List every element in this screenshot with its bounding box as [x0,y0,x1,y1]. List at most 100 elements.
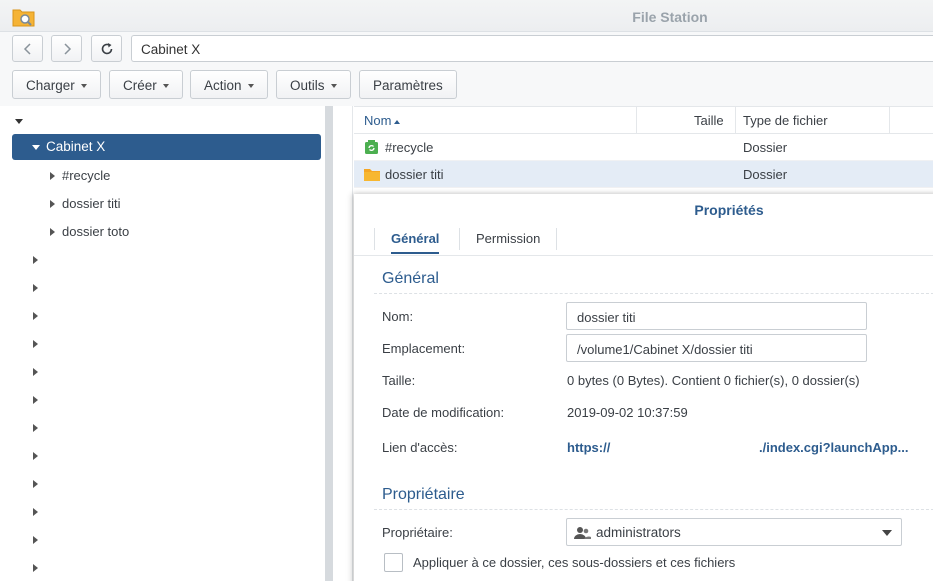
size-value: 0 bytes (0 Bytes). Contient 0 fichier(s)… [567,373,860,388]
tab-divider [374,228,375,250]
path-field[interactable]: Cabinet X [131,35,933,62]
tree-item-label: dossier titi [62,196,121,211]
caret-down-icon [247,84,254,89]
action-label: Action [204,78,242,93]
tree-item-collapsed[interactable] [0,499,325,525]
section-divider [374,509,933,510]
tab-permission[interactable]: Permission [476,224,540,254]
tree-item-dossier-titi[interactable]: dossier titi [0,191,325,217]
column-divider[interactable] [735,107,736,134]
access-link-prefix[interactable]: https:// [567,440,610,455]
expand-down-icon[interactable] [15,119,23,124]
access-link-suffix[interactable]: ./index.cgi?launchApp... [759,440,909,455]
tree-item-recycle[interactable]: #recycle [0,163,325,189]
table-row[interactable]: #recycle Dossier [354,134,933,161]
link-label: Lien d'accès: [382,440,458,455]
refresh-button[interactable] [91,35,122,62]
modified-value: 2019-09-02 10:37:59 [567,405,688,420]
expand-right-icon[interactable] [33,480,38,488]
expand-right-icon[interactable] [33,508,38,516]
expand-right-icon[interactable] [50,200,55,208]
apply-recursive-label: Appliquer à ce dossier, ces sous-dossier… [413,555,736,570]
tree-item-collapsed[interactable] [0,275,325,301]
pane-splitter[interactable] [325,106,333,581]
caret-down-icon [330,84,337,89]
tree-item-collapsed[interactable] [0,415,325,441]
title-bar: File Station [0,0,933,32]
column-divider[interactable] [636,107,637,134]
tree-item-collapsed[interactable] [0,359,325,385]
apply-recursive-checkbox[interactable] [384,553,403,572]
expand-right-icon[interactable] [33,536,38,544]
file-type: Dossier [743,140,788,155]
column-divider[interactable] [889,107,890,134]
create-button[interactable]: Créer [109,70,183,99]
name-field[interactable]: dossier titi [566,302,867,330]
forward-button[interactable] [51,35,82,62]
action-button[interactable]: Action [190,70,268,99]
tree-item-collapsed[interactable] [0,471,325,497]
back-button[interactable] [12,35,43,62]
expand-right-icon[interactable] [33,396,38,404]
owner-select[interactable]: administrators [566,518,902,546]
tab-general[interactable]: Général [391,224,440,254]
tab-divider [556,228,557,250]
section-divider [374,293,933,294]
expand-right-icon[interactable] [50,172,55,180]
properties-dialog: Propriétés Général Permission Général No… [354,194,933,581]
section-general: Général [382,270,439,287]
tree-item-dossier-toto[interactable]: dossier toto [0,219,325,245]
tree-item-collapsed[interactable] [0,443,325,469]
table-row-selected[interactable]: dossier titi Dossier [354,161,933,188]
expand-right-icon[interactable] [33,452,38,460]
folder-icon [363,167,381,185]
file-list: Nom Taille Type de fichier #recycle Doss… [354,106,933,194]
tree-item-collapsed[interactable] [0,331,325,357]
sort-asc-icon [394,119,401,124]
expand-right-icon[interactable] [33,284,38,292]
tree-root[interactable] [0,108,325,134]
tree-item-collapsed[interactable] [0,527,325,553]
section-owner: Propriétaire [382,486,465,503]
file-name: dossier titi [385,167,444,182]
tree-item-collapsed[interactable] [0,555,325,581]
toolbar: Charger Créer Action Outils Paramètres [0,66,933,106]
settings-label: Paramètres [373,78,443,93]
folder-tree: Cabinet X #recycle dossier titi dossier … [0,106,325,581]
location-field[interactable]: /volume1/Cabinet X/dossier titi [566,334,867,362]
expand-right-icon[interactable] [33,312,38,320]
column-name-label: Nom [364,113,392,128]
recycle-folder-icon [364,139,379,158]
upload-button[interactable]: Charger [12,70,101,99]
create-label: Créer [123,78,157,93]
caret-down-icon [162,84,169,89]
caret-down-icon [80,84,87,89]
tab-divider [459,228,460,250]
tree-item-cabinet-x[interactable]: Cabinet X [12,134,321,160]
file-list-header: Nom Taille Type de fichier [354,106,933,134]
expand-right-icon[interactable] [33,256,38,264]
expand-right-icon[interactable] [33,368,38,376]
expand-right-icon[interactable] [50,228,55,236]
expand-right-icon[interactable] [33,564,38,572]
tree-item-label: #recycle [62,168,111,183]
tree-item-collapsed[interactable] [0,387,325,413]
pane-gutter [333,106,353,581]
tree-item-collapsed[interactable] [0,247,325,273]
column-size[interactable]: Taille [694,113,724,128]
tab-underline [354,255,933,256]
column-type[interactable]: Type de fichier [743,113,828,128]
column-name[interactable]: Nom [364,113,401,128]
expand-right-icon[interactable] [33,340,38,348]
settings-button[interactable]: Paramètres [359,70,457,99]
tools-button[interactable]: Outils [276,70,351,99]
expand-down-icon[interactable] [32,145,40,150]
modified-label: Date de modification: [382,405,505,420]
file-type: Dossier [743,167,788,182]
tree-item-collapsed[interactable] [0,303,325,329]
window-title: File Station [632,9,708,25]
location-label: Emplacement: [382,341,466,356]
expand-right-icon[interactable] [33,424,38,432]
file-name: #recycle [385,140,434,155]
tree-item-label: Cabinet X [46,139,106,154]
